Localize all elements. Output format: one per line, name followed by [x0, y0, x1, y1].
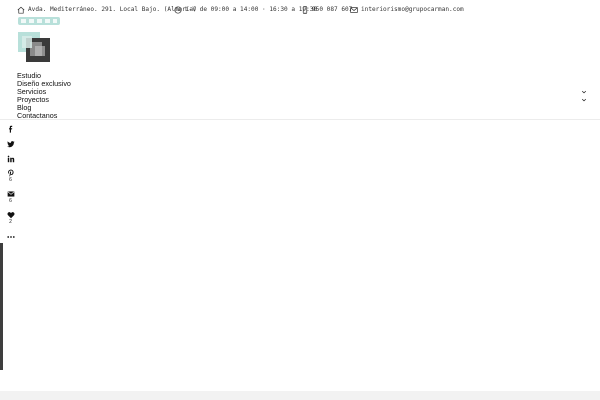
main-nav: Estudio Diseño exclusivo Servicios Proye… [17, 72, 587, 120]
phone-info[interactable]: 950 087 607 [301, 5, 352, 14]
nav-item-proyectos[interactable]: Proyectos [17, 96, 587, 104]
side-accent-bar [0, 243, 3, 370]
home-icon [17, 6, 25, 14]
facebook-icon [8, 125, 12, 133]
mail-icon [350, 6, 358, 13]
logo-image[interactable] [18, 32, 50, 62]
phone-icon [302, 5, 308, 14]
like-count: 2 [9, 219, 12, 225]
top-info-bar: Avda. Mediterráneo. 291. Local Bajo. (Al… [0, 0, 600, 18]
linkedin-icon [7, 155, 14, 163]
nav-item-servicios[interactable]: Servicios [17, 88, 587, 96]
nav-item-estudio[interactable]: Estudio [17, 72, 587, 80]
like-button[interactable]: 2 [0, 208, 21, 228]
logo-wordmark[interactable] [18, 16, 60, 26]
email-text[interactable]: interiorismo@grupocarman.com [361, 6, 464, 13]
more-icon [6, 236, 15, 238]
hours-text: L-V de 09:00 a 14:00 · 16:30 a 19:30 [185, 6, 318, 13]
nav-item-blog[interactable]: Blog [17, 104, 587, 112]
twitter-icon [6, 141, 15, 148]
share-email-button[interactable]: 6 [0, 187, 21, 207]
header-divider [0, 119, 600, 120]
share-bar: 6 6 2 [0, 120, 21, 244]
share-pinterest-button[interactable]: 6 [0, 166, 21, 186]
clock-icon [174, 5, 182, 14]
email-share-count: 6 [9, 198, 12, 204]
address-info: Avda. Mediterráneo. 291. Local Bajo. (Al… [17, 5, 197, 14]
nav-item-diseno-exclusivo[interactable]: Diseño exclusivo [17, 80, 587, 88]
email-info[interactable]: interiorismo@grupocarman.com [350, 5, 464, 14]
heart-icon [6, 212, 15, 219]
chevron-down-icon[interactable] [581, 89, 587, 95]
phone-text[interactable]: 950 087 607 [312, 6, 352, 13]
share-more-button[interactable] [0, 228, 21, 246]
address-text: Avda. Mediterráneo. 291. Local Bajo. (Al… [28, 6, 197, 13]
footer-strip [0, 391, 600, 400]
chevron-down-icon[interactable] [581, 97, 587, 103]
hours-info: L-V de 09:00 a 14:00 · 16:30 a 19:30 [174, 5, 317, 14]
mail-icon [7, 191, 14, 197]
pinterest-count: 6 [9, 177, 12, 183]
pinterest-icon [7, 169, 14, 177]
